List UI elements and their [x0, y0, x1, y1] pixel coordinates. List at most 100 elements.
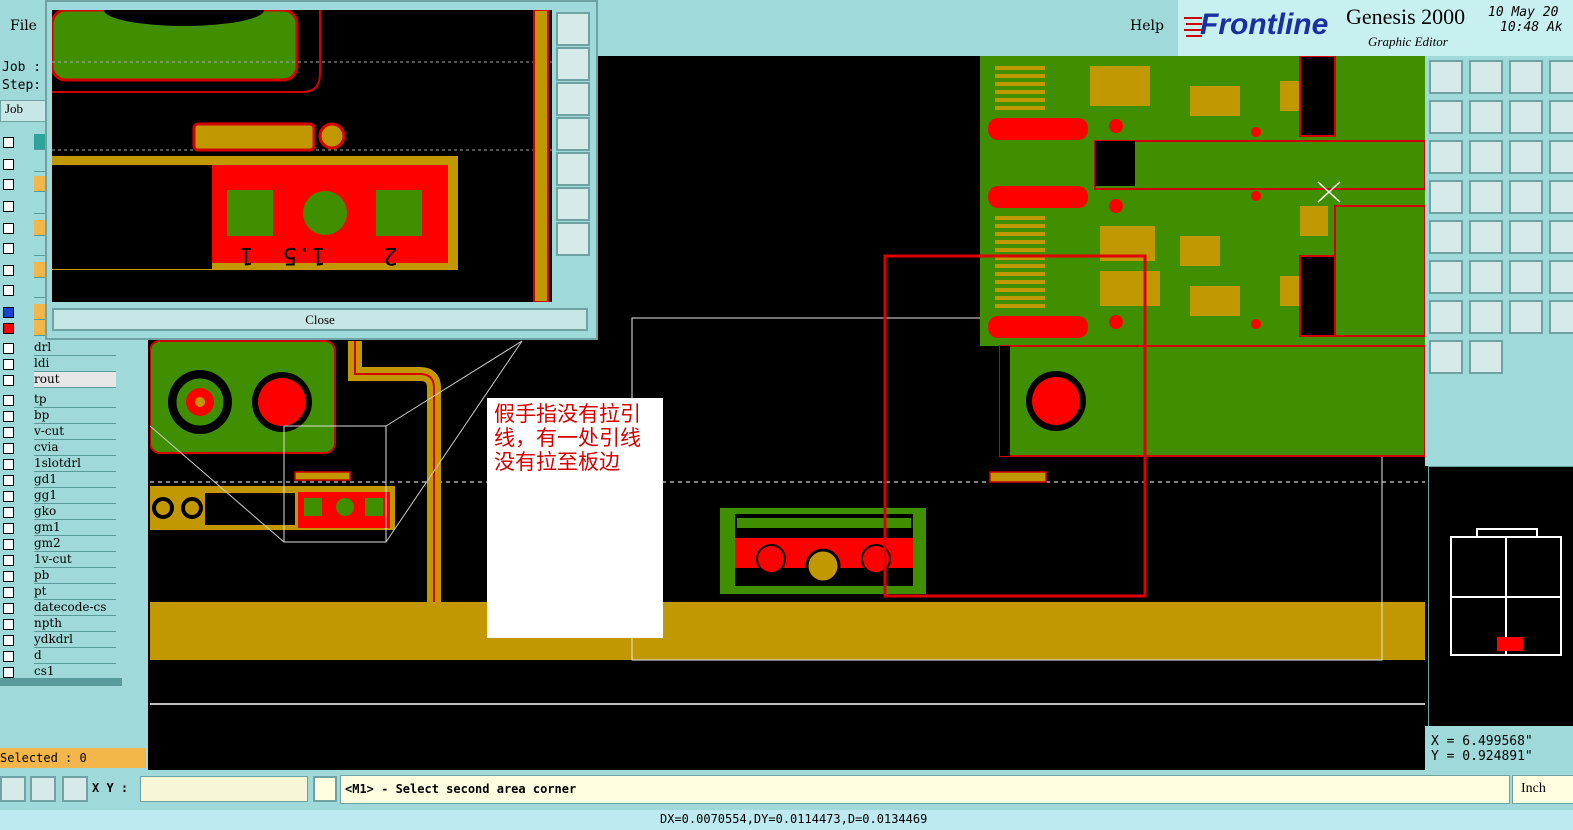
layer-row[interactable]: gg1 — [0, 488, 120, 504]
zoom-home-icon[interactable] — [1429, 60, 1463, 94]
layer-name[interactable]: v-cut — [34, 424, 116, 440]
measure-icon[interactable] — [30, 776, 56, 802]
layer-checkbox[interactable] — [3, 539, 14, 550]
scale-1-2-icon[interactable] — [1549, 100, 1573, 134]
angle-icon[interactable] — [1429, 260, 1463, 294]
layer-name[interactable]: bp — [34, 408, 116, 424]
layer-name[interactable]: d — [34, 648, 116, 664]
zoom-in-icon[interactable] — [1469, 60, 1503, 94]
layer-checkbox[interactable] — [3, 571, 14, 582]
measure-icon[interactable] — [1549, 180, 1573, 214]
layer-name[interactable]: gg1 — [34, 488, 116, 504]
pan-right-icon[interactable] — [1469, 100, 1503, 134]
layer-row[interactable]: d — [0, 648, 120, 664]
connect-icon[interactable] — [1509, 220, 1543, 254]
layer-name[interactable]: 1slotdrl — [34, 456, 116, 472]
grid-icon[interactable] — [62, 776, 88, 802]
layer-name[interactable]: gko — [34, 504, 116, 520]
layer-checkbox[interactable] — [3, 491, 14, 502]
popup-pan-right-icon[interactable] — [556, 152, 590, 186]
layer-row[interactable]: v-cut — [0, 424, 120, 440]
layer-checkbox[interactable] — [3, 507, 14, 518]
layer-row[interactable]: pt — [0, 584, 120, 600]
layer-checkbox[interactable] — [3, 555, 14, 566]
layer-checkbox[interactable] — [3, 603, 14, 614]
layer-name[interactable]: gd1 — [34, 472, 116, 488]
feature-icon[interactable] — [1429, 220, 1463, 254]
layer-row[interactable]: pb — [0, 568, 120, 584]
zoom-prev-icon[interactable] — [1549, 60, 1573, 94]
layer-row[interactable]: gm1 — [0, 520, 120, 536]
layer-checkbox[interactable] — [3, 651, 14, 662]
layer-name[interactable]: gm1 — [34, 520, 116, 536]
layer-checkbox[interactable] — [3, 587, 14, 598]
popup-pan-up-icon[interactable] — [556, 47, 590, 81]
pad-icon[interactable] — [1469, 300, 1503, 334]
unit-button[interactable]: Inch — [1512, 775, 1573, 804]
palette-icon[interactable] — [1429, 180, 1463, 214]
help-icon[interactable] — [1549, 140, 1573, 174]
layer-row[interactable]: ydkdrl — [0, 632, 120, 648]
layer-row[interactable]: tp — [0, 392, 120, 408]
select-area-icon[interactable] — [1429, 340, 1463, 374]
layer-rout[interactable]: rout — [34, 372, 116, 388]
select-net-icon[interactable] — [1469, 340, 1503, 374]
layer-checkbox[interactable] — [3, 443, 14, 454]
layer-row[interactable]: 1slotdrl — [0, 456, 120, 472]
layer-ldi[interactable]: ldi — [34, 356, 116, 372]
close-button[interactable]: Close — [52, 308, 588, 331]
layer-checkbox[interactable] — [3, 427, 14, 438]
layer-checkbox[interactable] — [3, 635, 14, 646]
layer-name[interactable]: pt — [34, 584, 116, 600]
layer-row[interactable]: 1v-cut — [0, 552, 120, 568]
line-icon[interactable] — [1549, 260, 1573, 294]
alert-icon[interactable] — [313, 776, 337, 802]
popup-zoom-in-icon[interactable] — [556, 12, 590, 46]
layer-checkbox[interactable] — [3, 395, 14, 406]
popup-zoom-out-icon[interactable] — [556, 222, 590, 256]
layer-row[interactable]: npth — [0, 616, 120, 632]
layer-name[interactable]: 1v-cut — [34, 552, 116, 568]
undo-icon[interactable] — [1509, 100, 1543, 134]
xy-input[interactable] — [140, 776, 308, 802]
popup-pan-left-icon[interactable] — [556, 117, 590, 151]
zoom-preview[interactable]: 1 1.5 2 — [52, 10, 552, 302]
layer-name[interactable]: gm2 — [34, 536, 116, 552]
snap-icon[interactable] — [1469, 180, 1503, 214]
arc-icon[interactable] — [1509, 260, 1543, 294]
layer-name[interactable]: cvia — [34, 440, 116, 456]
layer-drl[interactable]: drl — [34, 340, 116, 356]
pan-left-icon[interactable] — [1429, 100, 1463, 134]
snap-icon[interactable] — [0, 776, 26, 802]
select-icon[interactable] — [1549, 300, 1573, 334]
layer-row[interactable]: cvia — [0, 440, 120, 456]
layer-row[interactable]: gm2 — [0, 536, 120, 552]
popup-pan-down-icon[interactable] — [556, 82, 590, 116]
layer-name[interactable]: datecode-cs — [34, 600, 116, 616]
triangle-icon[interactable] — [1509, 300, 1543, 334]
layer-name[interactable]: tp — [34, 392, 116, 408]
grid-icon[interactable] — [1509, 140, 1543, 174]
layer-row[interactable]: gd1 — [0, 472, 120, 488]
job-button[interactable]: Job — [0, 100, 50, 122]
layer-checkbox[interactable] — [3, 667, 14, 678]
layer-name[interactable]: ydkdrl — [34, 632, 116, 648]
layer-checkbox[interactable] — [3, 619, 14, 630]
menu-help[interactable]: Help — [1130, 18, 1164, 34]
layer-checkbox[interactable] — [3, 523, 14, 534]
fit-icon[interactable] — [1429, 140, 1463, 174]
layer-checkbox[interactable] — [3, 411, 14, 422]
minimap[interactable] — [1428, 466, 1573, 728]
layer-row[interactable]: bp — [0, 408, 120, 424]
layer-row[interactable]: gko — [0, 504, 120, 520]
layer-checkbox[interactable] — [3, 475, 14, 486]
center-icon[interactable] — [1469, 140, 1503, 174]
layer-name[interactable]: pb — [34, 568, 116, 584]
layer-row[interactable]: datecode-cs — [0, 600, 120, 616]
ruler-icon[interactable] — [1469, 220, 1503, 254]
net-icon[interactable] — [1509, 180, 1543, 214]
cross-icon[interactable] — [1549, 220, 1573, 254]
layer-checkbox[interactable] — [3, 459, 14, 470]
layer-name[interactable]: npth — [34, 616, 116, 632]
route-icon[interactable] — [1469, 260, 1503, 294]
